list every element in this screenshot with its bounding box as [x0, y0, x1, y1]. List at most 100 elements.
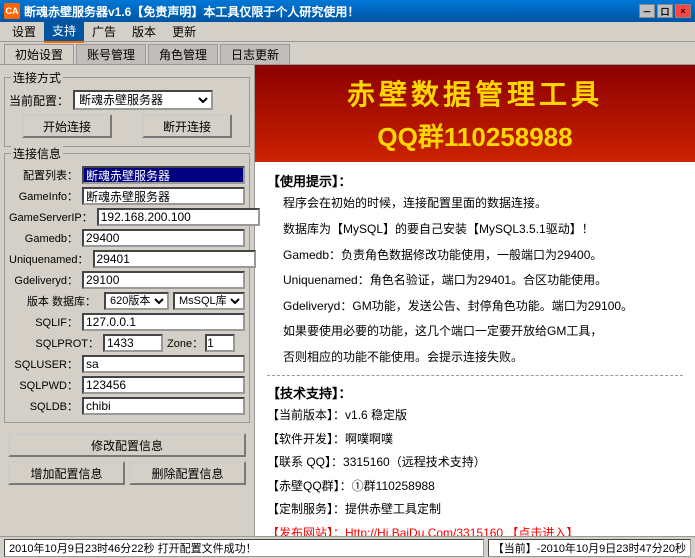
window-controls: － 口 ×: [639, 4, 691, 18]
gdeliveryd-label: Gdeliveryd：: [9, 272, 78, 288]
left-panel: 连接方式 当前配置： 断魂赤壁服务器 开始连接 断开连接 连接信息 配置列表：: [0, 65, 255, 536]
tab-log-update[interactable]: 日志更新: [220, 44, 290, 64]
zone-input[interactable]: [205, 334, 235, 352]
menu-update[interactable]: 更新: [164, 21, 204, 42]
minimize-button[interactable]: －: [639, 4, 655, 18]
support-label-3: 【赤壁QQ群】：: [267, 476, 352, 498]
gamedb-label: Gamedb：: [9, 230, 78, 246]
support-row-1: 【软件开发】： 啊噗啊噗: [267, 429, 683, 451]
config-list-input[interactable]: [82, 166, 245, 184]
support-value-3: ①群110258988: [352, 476, 435, 498]
gdeliveryd-row: Gdeliveryd：: [9, 271, 245, 289]
delete-config-button[interactable]: 删除配置信息: [129, 461, 246, 485]
db-type-select[interactable]: MsSQL库: [173, 292, 245, 310]
hint-7: 否则相应的功能不能使用。会提示连接失败。: [283, 347, 683, 369]
sqldb-label: SQLDB：: [9, 398, 78, 414]
support-row-2: 【联系 QQ】： 3315160（远程技术支持）: [267, 452, 683, 474]
support-value-0: v1.6 稳定版: [345, 405, 407, 427]
menu-version[interactable]: 版本: [124, 21, 164, 42]
support-value-2: 3315160（远程技术支持）: [343, 452, 486, 474]
gameserver-ip-label: GameServerIP：: [9, 209, 93, 225]
sqluser-row: SQLUSER：: [9, 355, 245, 373]
uniquenamed-label: Uniquenamed：: [9, 251, 89, 267]
right-panel: 赤壁数据管理工具 QQ群110258988 【使用提示】： 程序会在初始的时候，…: [255, 65, 695, 536]
version-select[interactable]: 620版本: [104, 292, 169, 310]
connect-button[interactable]: 开始连接: [22, 114, 112, 138]
game-info-row: GameInfo：: [9, 187, 245, 205]
tab-initial-settings[interactable]: 初始设置: [4, 44, 74, 64]
sqlif-input[interactable]: [82, 313, 245, 331]
uniquenamed-input[interactable]: [93, 250, 256, 268]
sqlpwd-row: SQLPWD：: [9, 376, 245, 394]
sqluser-label: SQLUSER：: [9, 356, 78, 372]
tab-role-management[interactable]: 角色管理: [148, 44, 218, 64]
status-right: 【当前】-2010年10月9日23时47分20秒: [488, 539, 691, 557]
tab-account-management[interactable]: 账号管理: [76, 44, 146, 64]
add-config-button[interactable]: 增加配置信息: [8, 461, 125, 485]
support-label-5: 【发布网站】：: [267, 523, 345, 536]
sqlif-label: SQLIF：: [9, 314, 78, 330]
zone-label: Zone：: [167, 335, 203, 351]
support-row-5: 【发布网站】： Http://Hi.BaiDu.Com/3315160 【点击进…: [267, 523, 683, 536]
menu-ads[interactable]: 广告: [84, 21, 124, 42]
support-value-1: 啊噗啊噗: [345, 429, 393, 451]
modify-config-button[interactable]: 修改配置信息: [8, 433, 246, 457]
gamedb-row: Gamedb：: [9, 229, 245, 247]
sqlprot-input[interactable]: [103, 334, 163, 352]
version-label: 版本 数据库：: [9, 293, 96, 309]
menu-settings[interactable]: 设置: [4, 21, 44, 42]
gamedb-input[interactable]: [82, 229, 245, 247]
game-info-input[interactable]: [82, 187, 245, 205]
connection-info-title: 连接信息: [11, 145, 63, 162]
hint-5: Gdeliveryd：GM功能，发送公告、封停角色功能。端口为29100。: [283, 296, 683, 318]
support-value-4: 提供赤壁工具定制: [345, 499, 441, 521]
current-config-label: 当前配置：: [9, 92, 69, 109]
support-label-1: 【软件开发】：: [267, 429, 345, 451]
support-label-2: 【联系 QQ】：: [267, 452, 343, 474]
banner-qq: QQ群110258988: [271, 117, 679, 154]
bottom-buttons: 修改配置信息 增加配置信息 删除配置信息: [4, 429, 250, 489]
add-del-row: 增加配置信息 删除配置信息: [8, 461, 246, 485]
status-right-text: 【当前】-2010年10月9日23时47分20秒: [493, 540, 686, 556]
gdeliveryd-input[interactable]: [82, 271, 245, 289]
app-icon: CA: [4, 3, 20, 19]
support-row-0: 【当前版本】： v1.6 稳定版: [267, 405, 683, 427]
disconnect-button[interactable]: 断开连接: [142, 114, 232, 138]
sqldb-row: SQLDB：: [9, 397, 245, 415]
sqlprot-label: SQLPROT：: [9, 335, 99, 351]
support-row-3: 【赤壁QQ群】： ①群110258988: [267, 476, 683, 498]
gameserver-ip-row: GameServerIP：: [9, 208, 245, 226]
support-value-5[interactable]: Http://Hi.BaiDu.Com/3315160 【点击进入】: [345, 523, 578, 536]
banner-title: 赤壁数据管理工具: [271, 73, 679, 113]
title-bar: CA 断魂赤壁服务器v1.6【免责声明】本工具仅限于个人研究使用！ － 口 ×: [0, 0, 695, 22]
sqluser-input[interactable]: [82, 355, 245, 373]
sqlpwd-label: SQLPWD：: [9, 377, 78, 393]
support-label-4: 【定制服务】：: [267, 499, 345, 521]
sqldb-input[interactable]: [82, 397, 245, 415]
sqlpwd-input[interactable]: [82, 376, 245, 394]
game-info-label: GameInfo：: [9, 188, 78, 204]
hint-3: Gamedb：负责角色数据修改功能使用，一般端口为29400。: [283, 245, 683, 267]
right-content: 【使用提示】： 程序会在初始的时候，连接配置里面的数据连接。 数据库为【MySQ…: [255, 162, 695, 536]
status-left: 2010年10月9日23时46分22秒 打开配置文件成功！: [4, 539, 484, 557]
hint-title: 【使用提示】：: [267, 170, 683, 193]
config-select[interactable]: 断魂赤壁服务器: [73, 90, 213, 110]
config-list-label: 配置列表：: [9, 167, 78, 183]
status-left-text: 2010年10月9日23时46分22秒 打开配置文件成功！: [9, 540, 257, 556]
sqlprot-row: SQLPROT： Zone：: [9, 334, 245, 352]
config-list-row: 配置列表：: [9, 166, 245, 184]
uniquenamed-row: Uniquenamed：: [9, 250, 245, 268]
connect-type-title: 连接方式: [11, 69, 63, 86]
close-button[interactable]: ×: [675, 4, 691, 18]
support-section: 【技术支持】： 【当前版本】： v1.6 稳定版 【软件开发】： 啊噗啊噗 【联…: [267, 382, 683, 536]
maximize-button[interactable]: 口: [657, 4, 673, 18]
support-label-0: 【当前版本】：: [267, 405, 345, 427]
main-content: 连接方式 当前配置： 断魂赤壁服务器 开始连接 断开连接 连接信息 配置列表：: [0, 64, 695, 536]
menu-support[interactable]: 支持: [44, 20, 84, 43]
right-banner: 赤壁数据管理工具 QQ群110258988: [255, 65, 695, 162]
tab-bar: 初始设置 账号管理 角色管理 日志更新: [0, 42, 695, 64]
hint-2: 数据库为【MySQL】的要自己安装【MySQL3.5.1驱动】！: [283, 219, 683, 241]
divider: [267, 375, 683, 376]
window-title: 断魂赤壁服务器v1.6【免责声明】本工具仅限于个人研究使用！: [24, 3, 639, 20]
gameserver-ip-input[interactable]: [97, 208, 260, 226]
